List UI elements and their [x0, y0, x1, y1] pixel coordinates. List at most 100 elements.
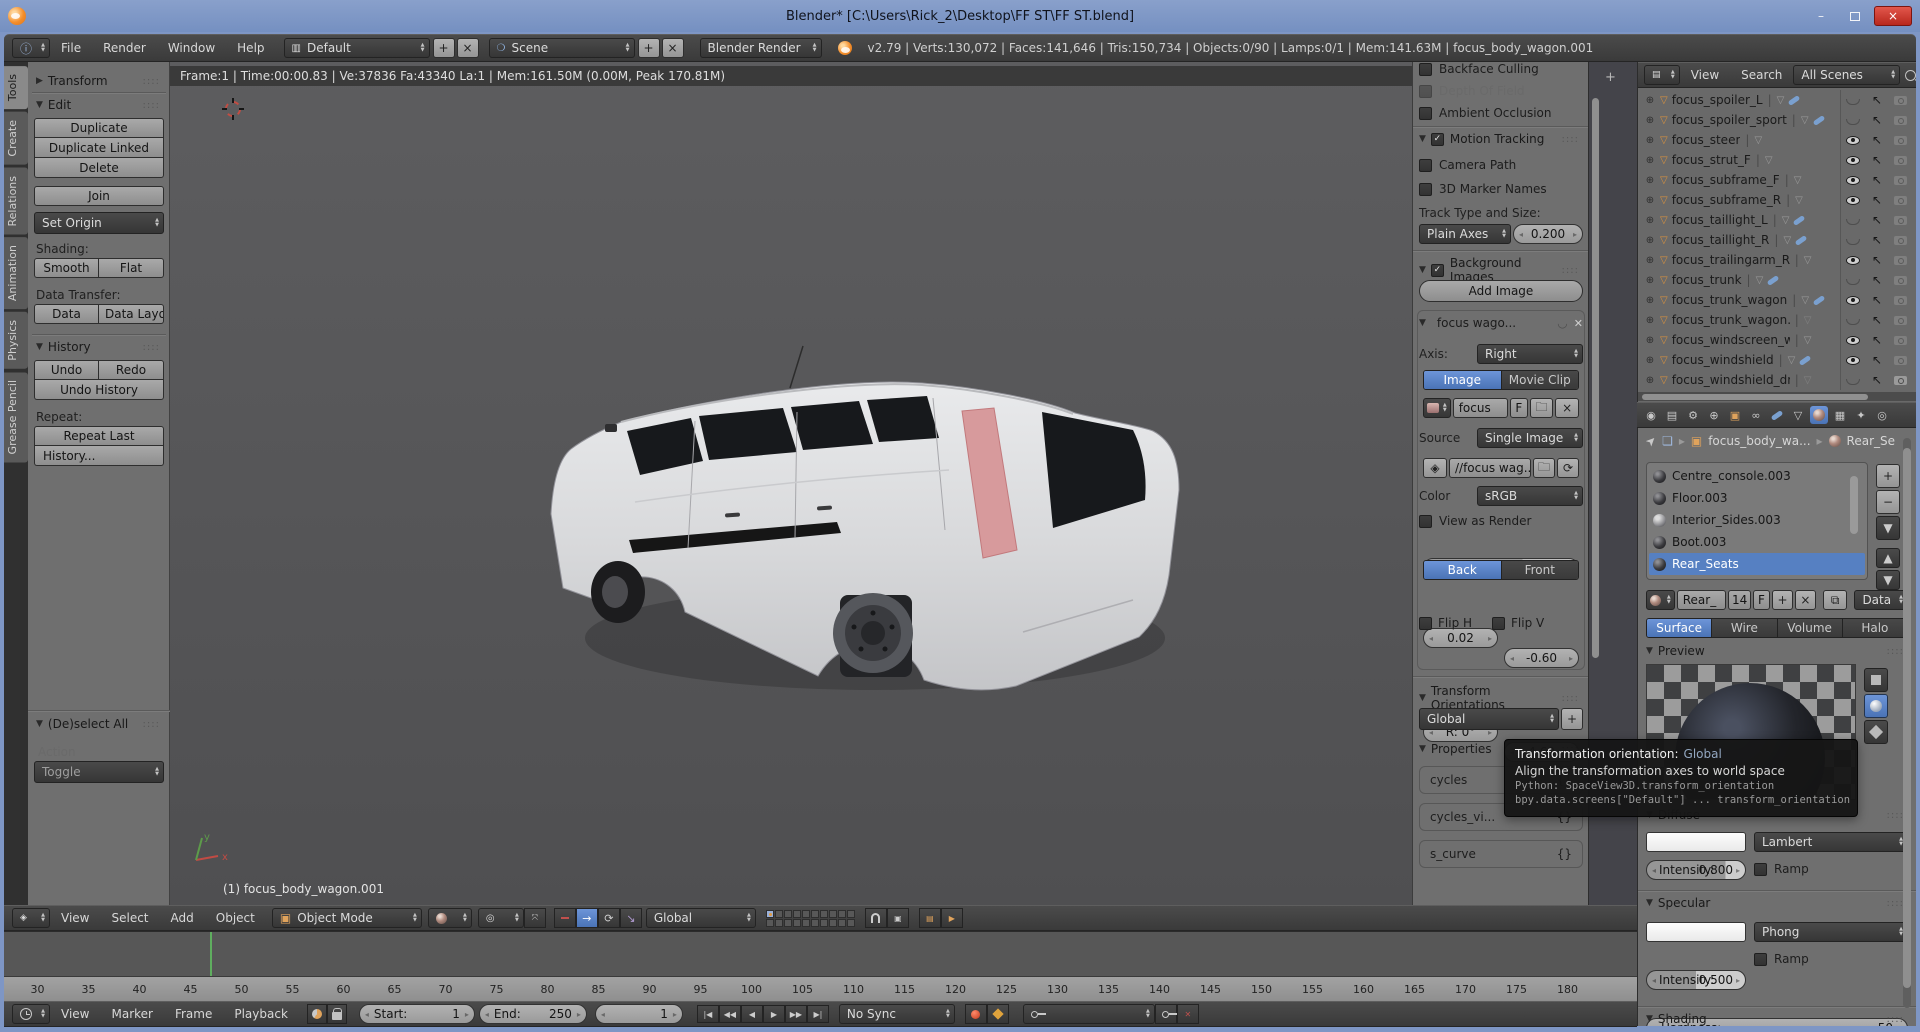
select-menu[interactable]: Select [100, 911, 159, 925]
expand-icon[interactable]: ⊕ [1644, 255, 1656, 266]
cursor-arrow-icon[interactable]: ↖ [1872, 213, 1882, 227]
object-data-tab-icon[interactable]: ▽ [1789, 406, 1807, 424]
particles-tab-icon[interactable]: ✦ [1852, 406, 1870, 424]
checkbox-icon[interactable]: ✓ [1431, 133, 1444, 146]
specular-shader-dropdown[interactable]: Phong [1754, 922, 1908, 942]
breadcrumb-object[interactable]: focus_body_wa... [1708, 434, 1810, 448]
panel-history[interactable]: ▼History:::: [36, 340, 164, 354]
checkbox-icon[interactable]: ✓ [1431, 264, 1444, 277]
expand-icon[interactable]: ⊕ [1644, 375, 1656, 386]
editor-type-button[interactable]: ⓘ [12, 38, 50, 58]
cursor-arrow-icon[interactable]: ↖ [1872, 273, 1882, 287]
delete-layout-button[interactable]: × [457, 38, 479, 58]
tab-tools[interactable]: Tools [4, 66, 28, 109]
nodes-icon[interactable]: ⧉ [1823, 590, 1848, 610]
eye-icon[interactable] [1846, 156, 1860, 165]
eye-icon[interactable]: ◡ [1557, 316, 1567, 330]
camera-icon[interactable] [1894, 336, 1907, 345]
cursor-arrow-icon[interactable]: ↖ [1872, 153, 1882, 167]
outliner-row[interactable]: ⊕▽focus_subframe_R|▽↖ [1638, 190, 1916, 210]
preview-flat-button[interactable] [1864, 668, 1888, 692]
tab-movie-clip[interactable]: Movie Clip [1502, 371, 1579, 389]
camera-icon[interactable] [1894, 376, 1907, 385]
bg-x-offset-field[interactable]: 0.02 [1423, 628, 1498, 648]
image-browse-button[interactable] [1423, 398, 1451, 418]
tab-volume[interactable]: Volume [1778, 619, 1843, 637]
rotate-manipulator-button[interactable]: ⟳ [598, 908, 620, 928]
depth-of-field-row[interactable]: Depth Of Field [1419, 84, 1583, 98]
expand-icon[interactable]: ⊕ [1644, 135, 1656, 146]
insert-keyframe-button[interactable] [1155, 1004, 1177, 1024]
tab-animation[interactable]: Animation [4, 237, 28, 309]
view-as-render-row[interactable]: View as Render [1419, 514, 1583, 528]
shade-flat-button[interactable]: Flat [99, 258, 164, 278]
eye-icon[interactable] [1846, 196, 1860, 205]
outliner-row[interactable]: ⊕▽focus_taillight_L|▽↖ [1638, 210, 1916, 230]
slot-specials-button[interactable]: ▼ [1876, 516, 1900, 540]
checkbox-icon[interactable] [1419, 515, 1432, 528]
minimize-button[interactable]: – [1806, 6, 1836, 26]
checkbox-icon[interactable] [1754, 953, 1767, 966]
camera-icon[interactable] [1894, 276, 1907, 285]
editor-type-button[interactable] [12, 1004, 50, 1024]
action-dropdown[interactable]: Toggle [34, 761, 164, 783]
preview-sphere-button[interactable] [1864, 694, 1888, 718]
timeline-menu-playback[interactable]: Playback [223, 1007, 299, 1021]
file-path-field[interactable]: //focus wag... [1449, 458, 1531, 478]
specular-intensity-slider[interactable]: Intensity:0.500 [1646, 970, 1746, 990]
cursor-arrow-icon[interactable]: ↖ [1872, 193, 1882, 207]
fake-user-button[interactable]: F [1510, 398, 1528, 418]
vertical-scrollbar[interactable] [1903, 448, 1911, 988]
timeline-ruler[interactable]: 3035404550556065707580859095100105110115… [4, 976, 1637, 1001]
object-tab-icon[interactable]: ▣ [1726, 406, 1744, 424]
add-image-button[interactable]: Add Image [1419, 280, 1583, 302]
diffuse-shader-dropdown[interactable]: Lambert [1754, 832, 1908, 852]
camera-icon[interactable] [1894, 316, 1907, 325]
material-slot-selected[interactable]: Rear_Seats [1649, 553, 1865, 575]
menu-help[interactable]: Help [226, 41, 275, 55]
transform-orientation-dropdown[interactable]: Global [646, 908, 756, 928]
maximize-button[interactable] [1840, 6, 1870, 26]
outliner-row[interactable]: ⊕▽focus_subframe_F|▽↖ [1638, 170, 1916, 190]
render-engine-selector[interactable]: Blender Render [700, 38, 822, 58]
physics-tab-icon[interactable]: ◎ [1873, 406, 1891, 424]
timeline-menu-frame[interactable]: Frame [164, 1007, 223, 1021]
add-menu[interactable]: Add [160, 911, 205, 925]
camera-icon[interactable] [1894, 356, 1907, 365]
close-button[interactable]: × [1874, 6, 1912, 26]
magnet-snap-button[interactable] [865, 908, 887, 928]
view-menu[interactable]: View [50, 911, 100, 925]
lock-time-button[interactable] [327, 1004, 347, 1024]
tab-surface[interactable]: Surface [1647, 619, 1712, 637]
object-menu[interactable]: Object [205, 911, 266, 925]
checkbox-icon[interactable] [1492, 617, 1505, 630]
eye-icon[interactable] [1846, 279, 1860, 285]
cursor-arrow-icon[interactable]: ↖ [1872, 173, 1882, 187]
preview-cube-button[interactable] [1864, 720, 1888, 744]
camera-icon[interactable] [1894, 116, 1907, 125]
outliner-row[interactable]: ⊕▽focus_windscreen_wipers|▽↖ [1638, 330, 1916, 350]
eye-icon[interactable] [1846, 336, 1860, 345]
camera-icon[interactable] [1894, 176, 1907, 185]
add-layout-button[interactable]: + [433, 38, 455, 58]
tab-halo[interactable]: Halo [1843, 619, 1907, 637]
vertical-scrollbar[interactable] [1592, 98, 1599, 658]
tab-physics[interactable]: Physics [4, 312, 28, 369]
checkbox-icon[interactable] [1419, 107, 1432, 120]
camera-icon[interactable] [1894, 216, 1907, 225]
cursor-arrow-icon[interactable]: ↖ [1872, 353, 1882, 367]
cursor-arrow-icon[interactable]: ↖ [1872, 333, 1882, 347]
mode-dropdown[interactable]: ▣Object Mode [272, 908, 422, 928]
expand-icon[interactable]: ⊕ [1644, 155, 1656, 166]
eye-icon[interactable] [1846, 239, 1860, 245]
outliner-row[interactable]: ⊕▽focus_spoiler_sport|▽↖ [1638, 110, 1916, 130]
eye-icon[interactable] [1846, 379, 1860, 385]
opengl-render-image-button[interactable]: ▤ [919, 908, 941, 928]
material-slot[interactable]: Centre_console.003 [1649, 465, 1865, 487]
specular-ramp-row[interactable]: Ramp [1754, 952, 1809, 966]
outliner-row[interactable]: ⊕▽focus_trailingarm_R|▽↖ [1638, 250, 1916, 270]
orientation-dropdown[interactable]: Global [1419, 708, 1559, 730]
camera-path-row[interactable]: Camera Path [1419, 158, 1583, 172]
eye-icon[interactable] [1846, 219, 1860, 225]
outliner-row[interactable]: ⊕▽focus_spoiler_L|▽↖ [1638, 90, 1916, 110]
